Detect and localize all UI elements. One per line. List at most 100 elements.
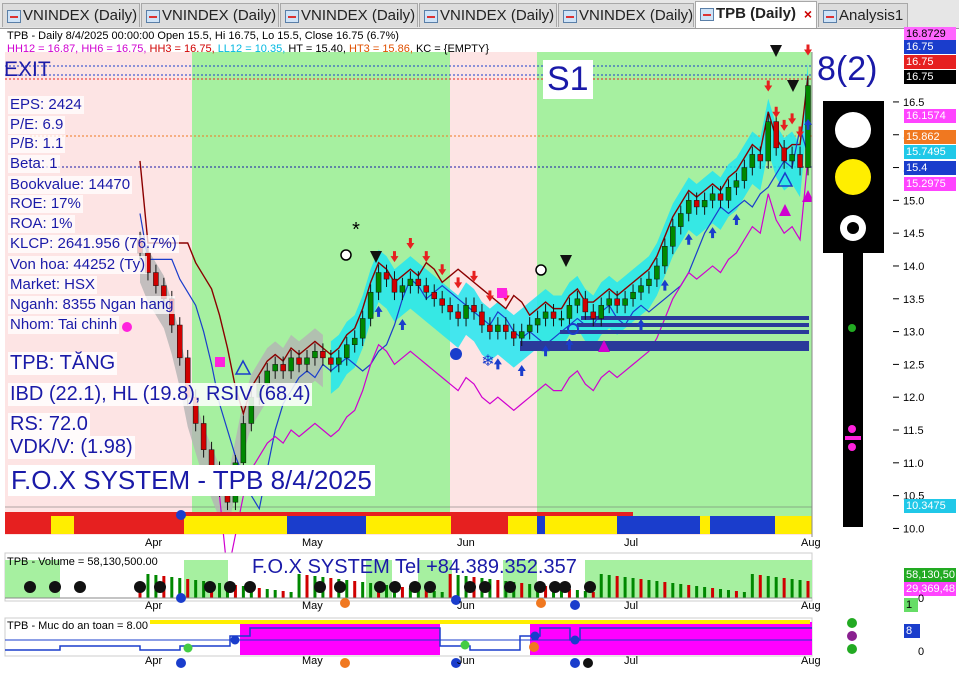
close-icon[interactable]: × bbox=[804, 2, 812, 26]
pe-label: P/E: 6.9 bbox=[8, 116, 66, 134]
month-label: May bbox=[302, 537, 323, 549]
status-top-strip bbox=[5, 512, 633, 516]
candle-body bbox=[574, 298, 581, 306]
candle-body bbox=[646, 278, 652, 286]
volume-bar bbox=[615, 576, 619, 598]
tab-0[interactable]: VNINDEX (Daily) bbox=[2, 3, 140, 27]
volume-dot-icon bbox=[464, 581, 476, 593]
price-label: 15.862 bbox=[904, 130, 956, 144]
volume-dot-icon bbox=[534, 581, 546, 593]
volume-bar bbox=[687, 585, 691, 598]
tab-5[interactable]: TPB (Daily) × bbox=[695, 1, 817, 28]
volume-dot-icon bbox=[389, 581, 401, 593]
tab-bar: VNINDEX (Daily) VNINDEX (Daily) VNINDEX (D… bbox=[0, 0, 959, 29]
volume-bar bbox=[703, 587, 707, 598]
candle-body bbox=[447, 305, 453, 313]
chart-header: TPB - Daily 8/4/2025 00:00:00 Open 15.5,… bbox=[7, 30, 399, 42]
price-label: 16.75 bbox=[904, 70, 956, 84]
volume-bar bbox=[599, 574, 603, 598]
chart-tab-icon bbox=[285, 10, 299, 23]
status-segment bbox=[51, 516, 74, 534]
magenta-dot-icon bbox=[848, 425, 856, 433]
candle-body bbox=[495, 324, 501, 332]
candle-body bbox=[622, 298, 628, 306]
volume-dot-icon bbox=[224, 581, 236, 593]
volume-bar bbox=[719, 589, 723, 598]
zero-marker-icon bbox=[340, 249, 352, 261]
volume-bar bbox=[591, 592, 595, 598]
volume-dot-icon bbox=[409, 581, 421, 593]
volume-label: 29,369,48 bbox=[904, 582, 956, 596]
candle-body bbox=[534, 318, 541, 326]
price-label: 15.4 bbox=[904, 161, 956, 175]
volume-dot-icon bbox=[374, 581, 386, 593]
status-segment bbox=[5, 516, 51, 534]
candle-body bbox=[240, 423, 247, 464]
price-label: 10.3475 bbox=[904, 499, 956, 513]
tick-label: 11.0 bbox=[903, 458, 924, 470]
status-segment bbox=[451, 516, 508, 534]
volume-dot-icon bbox=[314, 581, 326, 593]
price-label: 16.75 bbox=[904, 40, 956, 54]
volume-bar bbox=[265, 589, 269, 598]
volume-dot-icon bbox=[24, 581, 36, 593]
candle-body bbox=[375, 272, 382, 293]
volume-bar bbox=[639, 579, 643, 598]
volume-bar bbox=[774, 577, 778, 598]
volume-bar bbox=[806, 581, 810, 598]
indicator-header: HH12 = 16.87, HH6 = 16.75, HH3 = 16.75, … bbox=[7, 43, 490, 55]
tick-label: 12.5 bbox=[903, 359, 924, 371]
support-bar bbox=[581, 316, 809, 320]
rs-label: RS: 72.0 bbox=[8, 413, 90, 436]
candle-body bbox=[439, 298, 445, 306]
tick-label: 11.5 bbox=[903, 425, 924, 437]
price-label: 15.7495 bbox=[904, 145, 956, 159]
event-marker-dark-icon bbox=[583, 658, 593, 668]
candle-body bbox=[606, 298, 612, 306]
volume-dot-icon bbox=[74, 581, 86, 593]
bookvalue-label: Bookvalue: 14470 bbox=[8, 176, 133, 194]
candle-body bbox=[359, 318, 366, 339]
s1-label: S1 bbox=[543, 60, 593, 99]
event-marker-orange-icon bbox=[340, 658, 350, 668]
price-label: 16.75 bbox=[904, 55, 956, 69]
event-marker-icon bbox=[176, 510, 186, 520]
tab-3[interactable]: VNINDEX (Daily) bbox=[419, 3, 557, 27]
tab-4[interactable]: VNINDEX (Daily) bbox=[558, 3, 694, 27]
volume-bar bbox=[758, 575, 762, 598]
volume-bar bbox=[607, 575, 611, 598]
volume-bar bbox=[218, 583, 222, 598]
volume-dot-icon bbox=[584, 581, 596, 593]
candle-body bbox=[367, 291, 374, 319]
candle-body bbox=[558, 318, 565, 321]
volume-dot-icon bbox=[134, 581, 146, 593]
candle-body bbox=[288, 357, 294, 372]
volume-bar bbox=[647, 580, 651, 598]
magenta-dot-icon bbox=[122, 322, 132, 332]
magenta-square-icon bbox=[215, 357, 225, 367]
volume-bar bbox=[790, 579, 794, 598]
tick-label: 14.5 bbox=[903, 228, 924, 240]
month-label: Jun bbox=[457, 600, 475, 612]
volume-green-zone bbox=[585, 560, 812, 598]
status-segment bbox=[537, 516, 545, 534]
fox-title: F.O.X SYSTEM - TPB 8/4/2025 bbox=[8, 465, 375, 496]
tab-1[interactable]: VNINDEX (Daily) bbox=[141, 3, 279, 27]
magenta-square-icon bbox=[497, 288, 507, 298]
volume-bar bbox=[671, 583, 675, 598]
candle-body bbox=[654, 265, 660, 280]
candle-body bbox=[678, 213, 684, 227]
candle-body bbox=[757, 154, 764, 162]
candle-body bbox=[598, 305, 604, 319]
candle-body bbox=[511, 331, 517, 339]
tab-6[interactable]: Analysis1 bbox=[818, 3, 908, 27]
candle-body bbox=[487, 324, 493, 332]
asterisk-icon: * bbox=[352, 219, 360, 241]
chart-tab-icon bbox=[424, 10, 438, 23]
magenta-bar bbox=[845, 436, 861, 440]
volume-label: 58,130,50 bbox=[904, 568, 956, 582]
tab-label: VNINDEX (Daily) bbox=[440, 7, 555, 24]
volume-bar bbox=[194, 580, 198, 598]
tab-2[interactable]: VNINDEX (Daily) bbox=[280, 3, 418, 27]
tick-label: 16.5 bbox=[903, 97, 924, 109]
